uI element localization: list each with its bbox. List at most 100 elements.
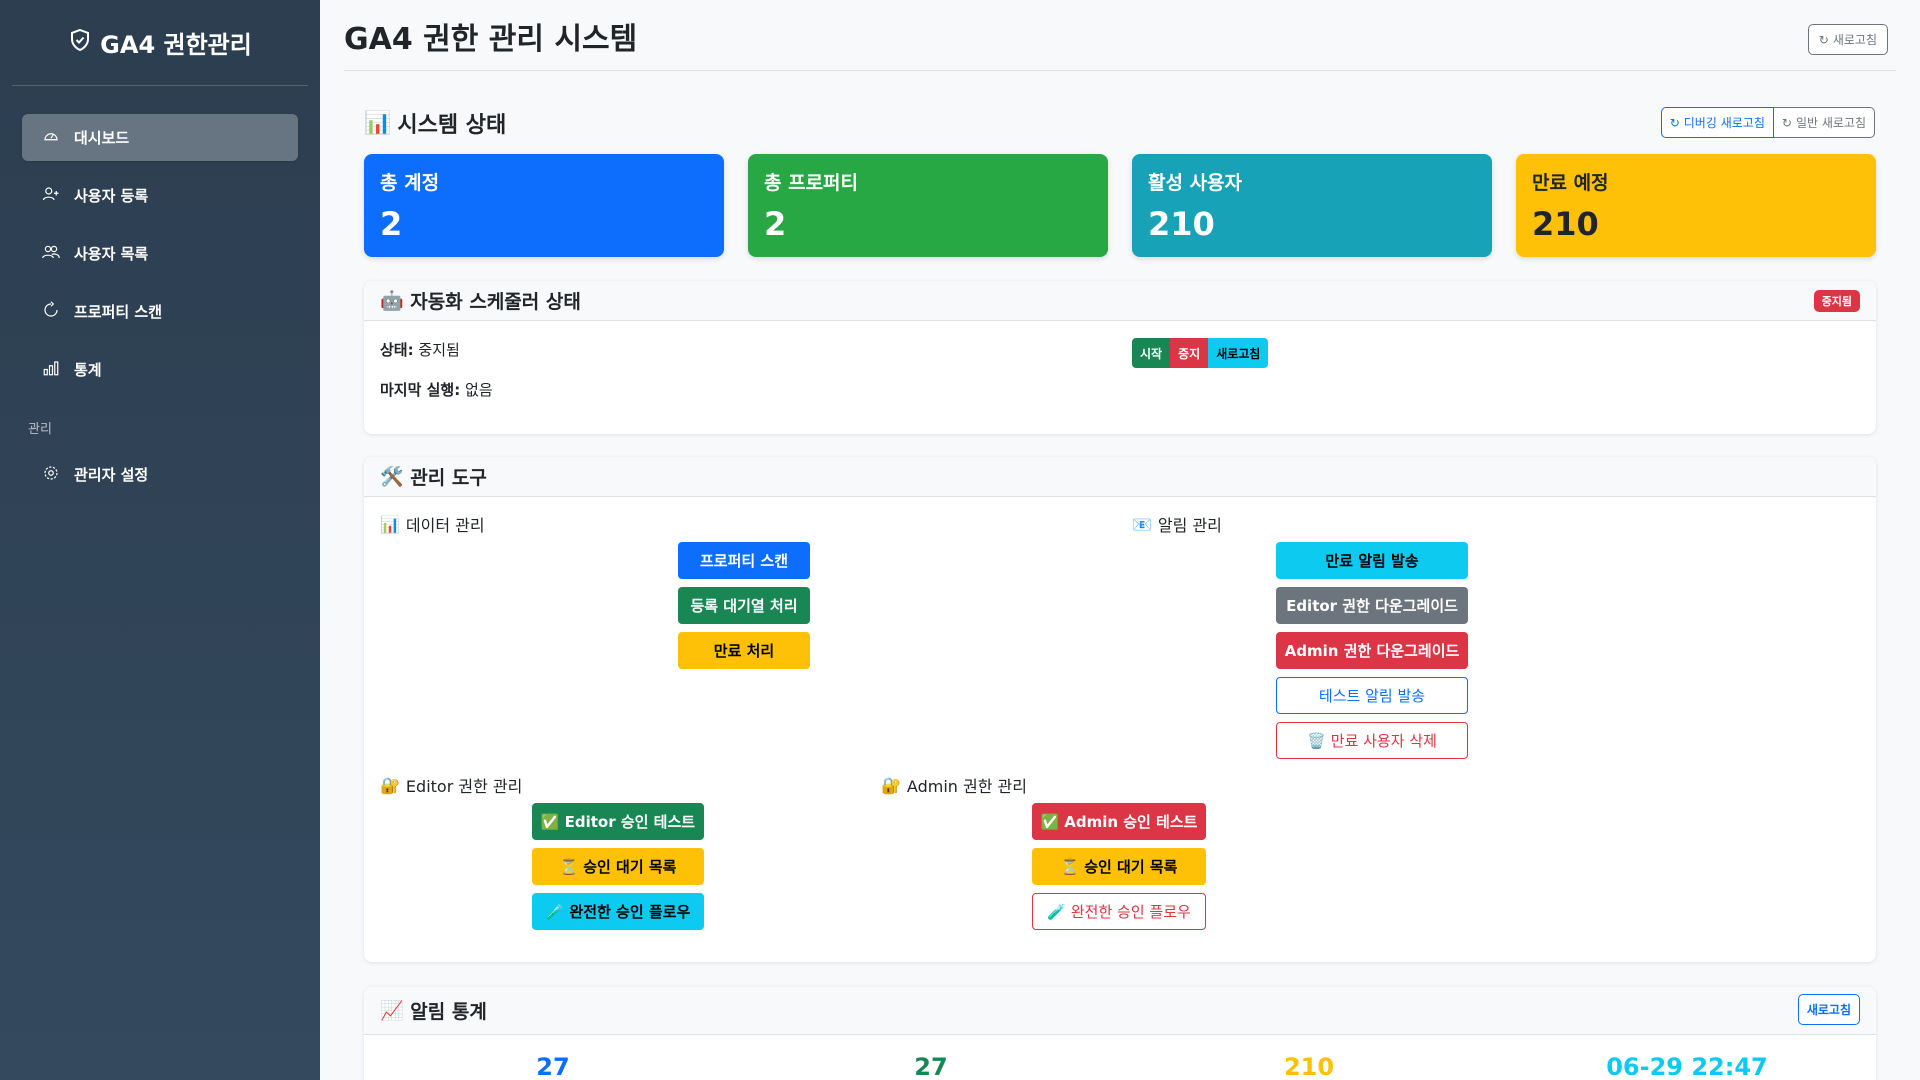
send-expiry-alert-button[interactable]: 만료 알림 발송 [1276, 542, 1468, 579]
scheduler-card-header: 🤖 자동화 스케줄러 상태 중지됨 [364, 281, 1876, 321]
brand-name: GA4 권한관리 [100, 31, 252, 59]
scheduler-refresh-button[interactable]: 새로고침 [1208, 338, 1269, 368]
scheduler-status: 상태: 중지됨 [380, 339, 460, 360]
alert-mgmt-heading: 📧 알림 관리 [1132, 512, 1222, 536]
people-icon [42, 243, 60, 265]
scheduler-stop-button[interactable]: 중지 [1170, 338, 1209, 368]
tools-icon: 🛠️ [380, 466, 404, 488]
main-content: GA4 권한 관리 시스템 ↻ 새로고침 📊 시스템 상태 ↻ 디버깅 새로고침… [320, 0, 1920, 1080]
notification-stats-header: 📈 알림 통계 새로고침 [364, 987, 1876, 1035]
scheduler-start-button[interactable]: 시작 [1132, 338, 1171, 368]
alert-mgmt-title: 알림 관리 [1157, 516, 1222, 535]
scheduler-card: 🤖 자동화 스케줄러 상태 중지됨 상태: 중지됨 마지막 실행: 없음 시작 … [364, 281, 1876, 434]
sidebar-item-dashboard[interactable]: 대시보드 [22, 114, 298, 161]
admin-tools-card: 🛠️ 관리 도구 📊 데이터 관리 프로퍼티 스캔 등록 대기열 처리 만료 처… [364, 457, 1876, 962]
status-badge: 중지됨 [1813, 290, 1860, 312]
stat-label: 총 프로퍼티 [764, 172, 859, 194]
admin-downgrade-button[interactable]: Admin 권한 다운그레이드 [1276, 632, 1468, 669]
sidebar-item-user-list[interactable]: 사용자 목록 [22, 230, 298, 277]
scheduler-last-run: 마지막 실행: 없음 [380, 379, 493, 400]
admin-mgmt-heading: 🔐 Admin 권한 관리 [881, 773, 1027, 797]
sidebar-item-label: 사용자 등록 [74, 187, 149, 205]
system-status-title: 시스템 상태 [397, 113, 507, 138]
editor-full-flow-button[interactable]: 🧪 완전한 승인 플로우 [532, 893, 704, 930]
hourglass-icon: ⏳ [559, 857, 579, 876]
refresh-icon: ↻ [1818, 32, 1829, 47]
robot-icon: 🤖 [380, 290, 404, 312]
property-scan-button[interactable]: 프로퍼티 스캔 [678, 542, 810, 579]
admin-pending-list-button[interactable]: ⏳ 승인 대기 목록 [1032, 848, 1206, 885]
stat-card-total-accounts: 총 계정 2 [364, 154, 724, 257]
admin-full-flow-button[interactable]: 🧪 완전한 승인 플로우 [1032, 893, 1206, 930]
top-bar: GA4 권한 관리 시스템 ↻ 새로고침 [344, 0, 1896, 71]
stat-value: 2 [764, 205, 787, 243]
sidebar: GA4 권한관리 대시보드 사용자 등록 사용자 목록 프로퍼티 스캔 통계 관… [0, 0, 320, 1080]
gear-icon [42, 464, 60, 486]
bar-chart-icon [42, 359, 60, 381]
scheduler-controls: 시작 중지 새로고침 [1132, 338, 1269, 368]
sidebar-item-user-register[interactable]: 사용자 등록 [22, 172, 298, 219]
editor-mgmt-title: Editor 권한 관리 [405, 777, 523, 796]
stat-value: 2 [380, 205, 403, 243]
refresh-label: 새로고침 [1832, 33, 1877, 47]
notification-stats-title: 알림 통계 [410, 1001, 487, 1023]
status-key: 상태: [380, 341, 414, 359]
notification-value: 27 [914, 1053, 948, 1080]
admin-tools-title: 관리 도구 [410, 467, 487, 489]
data-mgmt-title: 데이터 관리 [405, 516, 485, 535]
notification-value: 06-29 22:47 [1606, 1053, 1768, 1080]
normal-refresh-button[interactable]: ↻ 일반 새로고침 [1773, 107, 1875, 138]
stat-card-expiring: 만료 예정 210 [1516, 154, 1876, 257]
page-title: GA4 권한 관리 시스템 [344, 22, 638, 57]
delete-expired-users-button[interactable]: 🗑️ 만료 사용자 삭제 [1276, 722, 1468, 759]
data-mgmt-heading: 📊 데이터 관리 [380, 512, 485, 536]
speedometer-icon [42, 127, 60, 149]
last-run-value: 없음 [465, 381, 493, 399]
sidebar-item-statistics[interactable]: 통계 [22, 346, 298, 393]
sidebar-item-label: 사용자 목록 [74, 245, 149, 263]
editor-full-flow-label: 완전한 승인 플로우 [569, 903, 691, 921]
check-icon: ✅ [1040, 812, 1060, 831]
stat-cards: 총 계정 2 총 프로퍼티 2 활성 사용자 210 만료 예정 210 [364, 154, 1876, 257]
refresh-button[interactable]: ↻ 새로고침 [1807, 24, 1888, 55]
debug-refresh-label: 디버깅 새로고침 [1683, 116, 1765, 130]
test-alert-button[interactable]: 테스트 알림 발송 [1276, 677, 1468, 714]
sidebar-item-label: 통계 [74, 361, 102, 379]
lock-icon: 🔐 [881, 775, 901, 795]
stat-card-active-users: 활성 사용자 210 [1132, 154, 1492, 257]
debug-refresh-button[interactable]: ↻ 디버깅 새로고침 [1660, 107, 1774, 138]
stat-label: 만료 예정 [1532, 172, 1609, 194]
lock-icon: 🔐 [380, 775, 400, 795]
process-queue-button[interactable]: 등록 대기열 처리 [678, 587, 810, 624]
sidebar-nav: 대시보드 사용자 등록 사용자 목록 프로퍼티 스캔 통계 관리 관리자 설정 [0, 86, 320, 498]
notification-refresh-button[interactable]: 새로고침 [1797, 994, 1860, 1025]
stat-value: 210 [1148, 205, 1215, 243]
trash-icon: 🗑️ [1307, 731, 1326, 750]
expire-process-button[interactable]: 만료 처리 [678, 632, 810, 669]
refresh-icon: ↻ [1781, 115, 1792, 130]
brand[interactable]: GA4 권한관리 [12, 0, 308, 86]
system-status-heading: 📊 시스템 상태 [364, 107, 506, 139]
test-tube-icon: 🧪 [1047, 902, 1066, 921]
sidebar-item-property-scan[interactable]: 프로퍼티 스캔 [22, 288, 298, 335]
sidebar-item-label: 프로퍼티 스캔 [74, 303, 163, 321]
editor-pending-list-label: 승인 대기 목록 [583, 858, 677, 876]
last-run-key: 마지막 실행: [380, 381, 461, 399]
scheduler-title: 자동화 스케줄러 상태 [410, 291, 581, 313]
person-plus-icon [42, 185, 60, 207]
editor-pending-list-button[interactable]: ⏳ 승인 대기 목록 [532, 848, 704, 885]
stat-label: 총 계정 [380, 172, 440, 194]
stat-label: 활성 사용자 [1148, 172, 1243, 194]
bar-chart-icon: 📊 [364, 110, 392, 136]
delete-expired-users-label: 만료 사용자 삭제 [1330, 732, 1437, 750]
admin-mgmt-title: Admin 권한 관리 [906, 777, 1027, 796]
notification-values: 27 27 210 06-29 22:47 [364, 1053, 1876, 1080]
admin-full-flow-label: 완전한 승인 플로우 [1070, 903, 1191, 921]
notification-value: 27 [536, 1053, 570, 1080]
status-refresh-group: ↻ 디버깅 새로고침 ↻ 일반 새로고침 [1660, 107, 1875, 138]
sidebar-item-admin-settings[interactable]: 관리자 설정 [22, 451, 298, 498]
admin-approval-test-label: Admin 승인 테스트 [1064, 813, 1198, 831]
editor-downgrade-button[interactable]: Editor 권한 다운그레이드 [1276, 587, 1468, 624]
admin-approval-test-button[interactable]: ✅ Admin 승인 테스트 [1032, 803, 1206, 840]
editor-approval-test-button[interactable]: ✅ Editor 승인 테스트 [532, 803, 704, 840]
